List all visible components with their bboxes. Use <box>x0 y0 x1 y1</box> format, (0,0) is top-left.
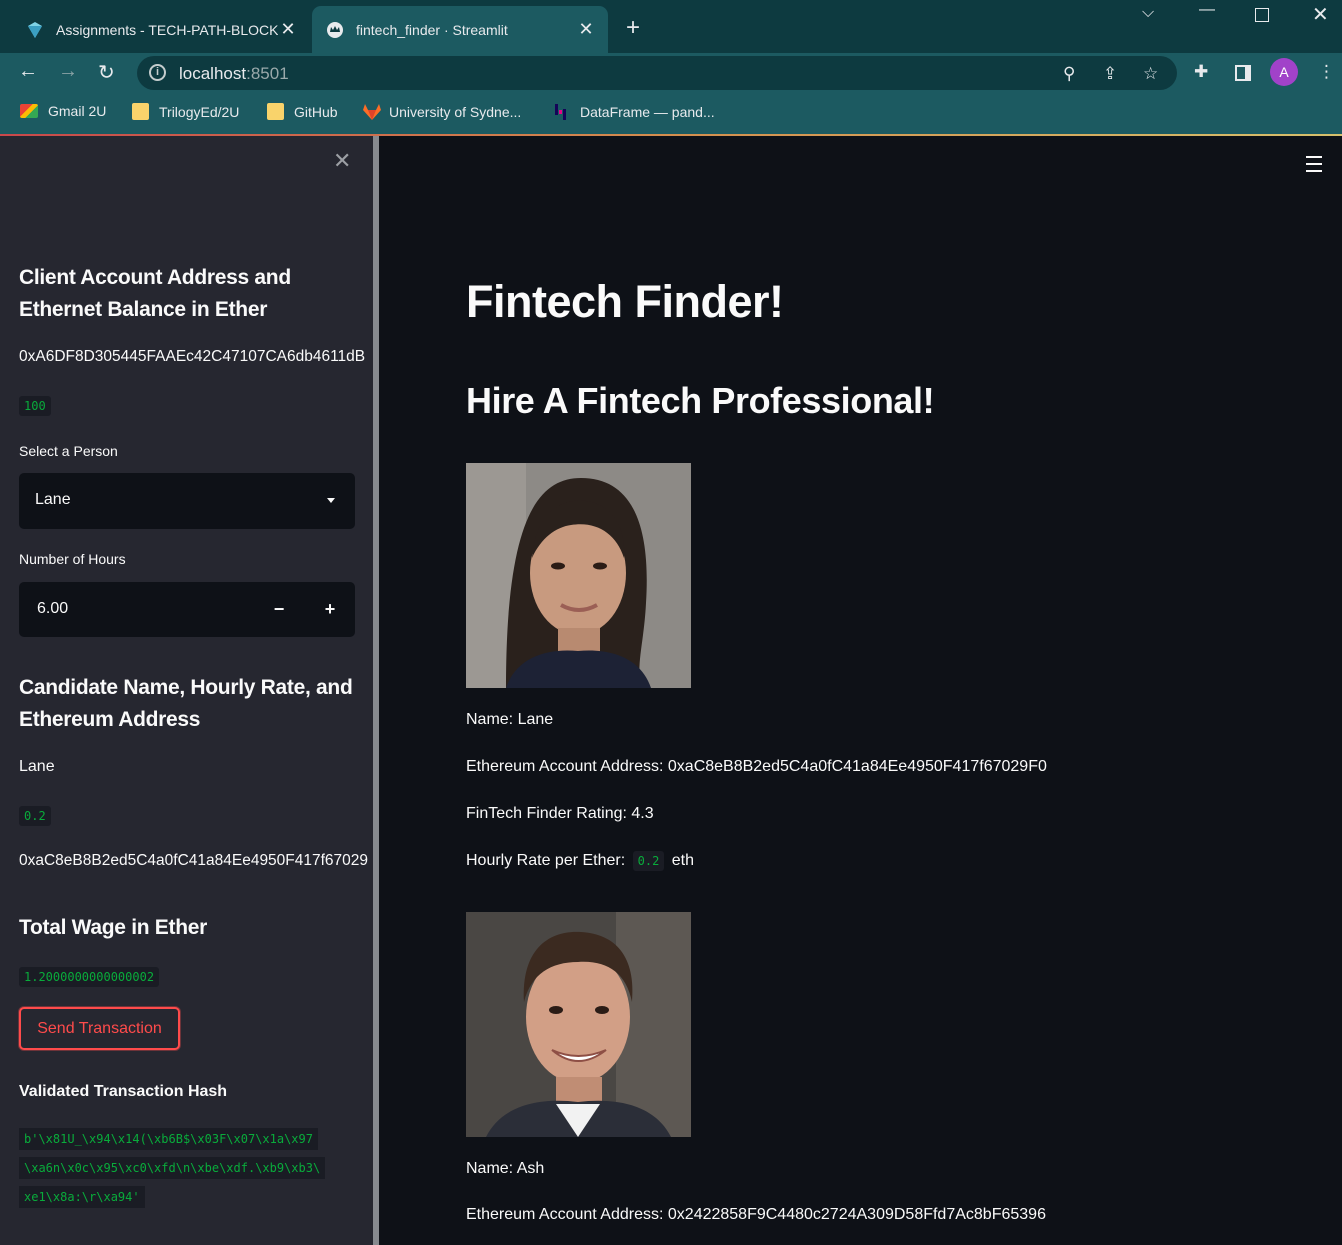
client-account-address: 0xA6DF8D305445FAAEc42C47107CA6db4611dB <box>19 348 366 365</box>
hours-value[interactable]: 6.00 <box>37 600 68 618</box>
total-wage-value: 1.2000000000000002 <box>19 967 160 987</box>
select-person-dropdown[interactable]: Lane <box>19 473 355 529</box>
hash-line: \xa6n\x0c\x95\xc0\xfd\n\xbe\xdf.\xb9\xb3… <box>19 1157 326 1179</box>
send-transaction-button[interactable]: Send Transaction <box>19 1007 180 1050</box>
browser-toolbar: ← → ↻ i localhost:8501 ⚲ ⇪ ☆ ✚ A ⋮ <box>0 53 1342 93</box>
address-bar[interactable]: i localhost:8501 ⚲ ⇪ ☆ <box>137 56 1177 90</box>
site-info-icon[interactable]: i <box>149 64 166 81</box>
browser-tab-bar: Assignments - TECH-PATH-BLOCKCHAIN ✕ fin… <box>0 0 1342 53</box>
close-sidebar-icon[interactable]: ✕ <box>333 148 351 174</box>
hash-line: b'\x81U_\x94\x14(\xb6B$\x03F\x07\x1a\x97 <box>19 1128 318 1150</box>
candidate-photo-lane <box>466 463 691 688</box>
browser-tab-assignments[interactable]: Assignments - TECH-PATH-BLOCKCHAIN ✕ <box>10 6 310 53</box>
close-window-icon[interactable]: ✕ <box>1312 2 1329 27</box>
hash-line: xe1\x8a:\r\xa94' <box>19 1186 145 1208</box>
gmail-icon <box>20 104 38 118</box>
bookmark-gmail[interactable]: Gmail 2U <box>20 103 106 119</box>
zoom-icon[interactable]: ⚲ <box>1063 64 1075 84</box>
hours-label: Number of Hours <box>19 551 126 567</box>
hours-number-input[interactable]: 6.00 − + <box>19 582 355 637</box>
account-heading: Client Account Address and Ethernet Bala… <box>19 266 291 321</box>
maximize-icon[interactable] <box>1255 8 1269 22</box>
candidate-address: 0xaC8eB8B2ed5C4a0fC41a84Ee4950F417f67029 <box>19 852 369 869</box>
hourly-rate-value: 0.2 <box>632 851 665 871</box>
close-tab-icon[interactable]: ✕ <box>576 19 596 40</box>
wage-heading: Total Wage in Ether <box>19 916 207 939</box>
candidate-name: Name: Ash <box>466 1160 545 1177</box>
candidate-heading: Candidate Name, Hourly Rate, and Ethereu… <box>19 676 353 731</box>
streamlit-crown-icon <box>326 21 344 39</box>
decrement-button[interactable]: − <box>257 596 301 624</box>
minimize-icon[interactable]: — <box>1199 1 1215 19</box>
canvas-diamond-icon <box>26 21 44 39</box>
candidate-name: Lane <box>19 758 55 775</box>
bookmark-university[interactable]: University of Sydne... <box>362 103 521 120</box>
close-tab-icon[interactable]: ✕ <box>278 19 298 40</box>
hamburger-menu-icon[interactable] <box>1306 156 1322 172</box>
tab-title: Assignments - TECH-PATH-BLOCKCHAIN <box>56 21 278 38</box>
browser-tab-fintech-finder[interactable]: fintech_finder · Streamlit ✕ <box>312 6 608 53</box>
profile-avatar[interactable]: A <box>1270 58 1298 86</box>
folder-icon <box>267 103 284 120</box>
candidate-photo-ash <box>466 912 691 1137</box>
page-title: Fintech Finder! <box>466 276 784 327</box>
side-panel-icon[interactable] <box>1235 65 1251 81</box>
reload-icon[interactable]: ↻ <box>98 60 115 85</box>
selected-person: Lane <box>35 491 71 508</box>
forward-icon[interactable]: → <box>58 60 78 83</box>
tab-title: fintech_finder · Streamlit <box>356 21 508 38</box>
new-tab-icon[interactable]: + <box>626 14 640 42</box>
folder-icon <box>132 103 149 120</box>
extensions-icon[interactable]: ✚ <box>1194 62 1208 82</box>
candidate-name: Name: Lane <box>466 711 554 728</box>
select-person-label: Select a Person <box>19 443 118 459</box>
bookmarks-bar: Gmail 2U TrilogyEd/2U GitHub University … <box>0 93 1342 134</box>
main-content: Fintech Finder! Hire A Fintech Professio… <box>379 136 1342 1245</box>
gitlab-icon <box>362 103 381 120</box>
tab-search-icon[interactable]: ⌵ <box>1142 4 1154 22</box>
page-subtitle: Hire A Fintech Professional! <box>466 380 935 421</box>
share-icon[interactable]: ⇪ <box>1103 64 1117 84</box>
balance-value: 100 <box>19 396 51 416</box>
pandas-icon <box>553 103 570 120</box>
candidate-rate: 0.2 <box>19 806 51 826</box>
candidate-address: Ethereum Account Address: 0x2422858F9C44… <box>466 1206 1046 1223</box>
bookmark-star-icon[interactable]: ☆ <box>1143 64 1158 84</box>
bookmark-dataframe[interactable]: DataFrame — pand... <box>553 103 715 120</box>
bookmark-trilogyed[interactable]: TrilogyEd/2U <box>132 103 239 120</box>
candidate-rating: FinTech Finder Rating: 4.3 <box>466 805 654 822</box>
sidebar: ✕ Client Account Address and Ethernet Ba… <box>0 136 373 1245</box>
candidate-hourly-rate: Hourly Rate per Ether: 0.2 eth <box>466 851 695 871</box>
menu-kebab-icon[interactable]: ⋮ <box>1318 62 1335 82</box>
increment-button[interactable]: + <box>308 596 352 624</box>
hash-heading: Validated Transaction Hash <box>19 1083 228 1100</box>
candidate-address: Ethereum Account Address: 0xaC8eB8B2ed5C… <box>466 758 1047 775</box>
bookmark-github[interactable]: GitHub <box>267 103 338 120</box>
chevron-down-icon <box>327 498 335 503</box>
url-text: localhost:8501 <box>179 64 289 83</box>
back-icon[interactable]: ← <box>18 60 38 83</box>
